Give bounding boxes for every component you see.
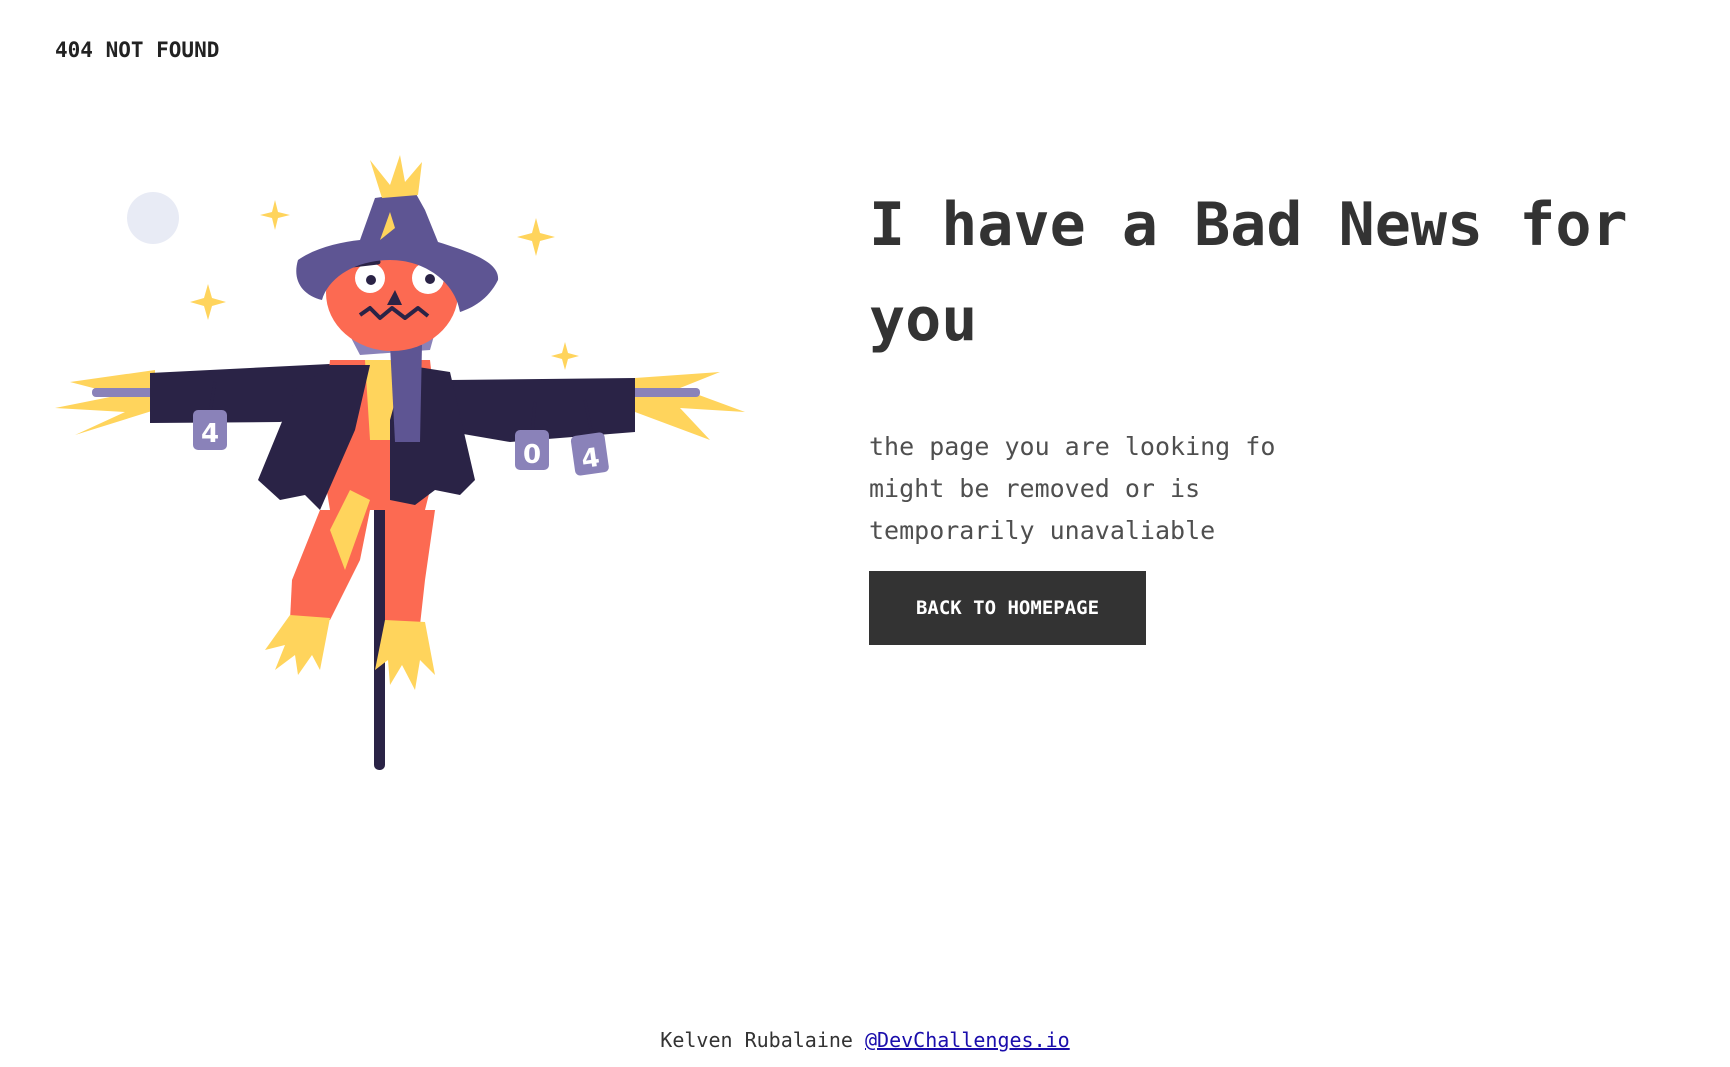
message-line: the page you are looking fo <box>869 432 1276 461</box>
headline: I have a Bad News for you <box>869 190 1628 355</box>
error-content: I have a Bad News for you the page you a… <box>869 178 1689 552</box>
moon-icon <box>127 192 179 244</box>
scarecrow-illustration: 4 0 4 <box>55 155 745 770</box>
footer-author: Kelven Rubalaine <box>660 1028 853 1052</box>
footer: Kelven Rubalaine @DevChallenges.io <box>0 1028 1730 1052</box>
message-line: temporarily unavaliable <box>869 516 1216 545</box>
back-to-homepage-button[interactable]: BACK TO HOMEPAGE <box>869 571 1146 645</box>
svg-text:4: 4 <box>201 419 219 449</box>
svg-text:0: 0 <box>523 440 541 470</box>
error-message: the page you are looking fo might be rem… <box>869 426 1309 552</box>
message-line: might be removed or is <box>869 474 1201 503</box>
footer-link[interactable]: @DevChallenges.io <box>865 1028 1070 1052</box>
brand-title: 404 NOT FOUND <box>55 38 220 62</box>
